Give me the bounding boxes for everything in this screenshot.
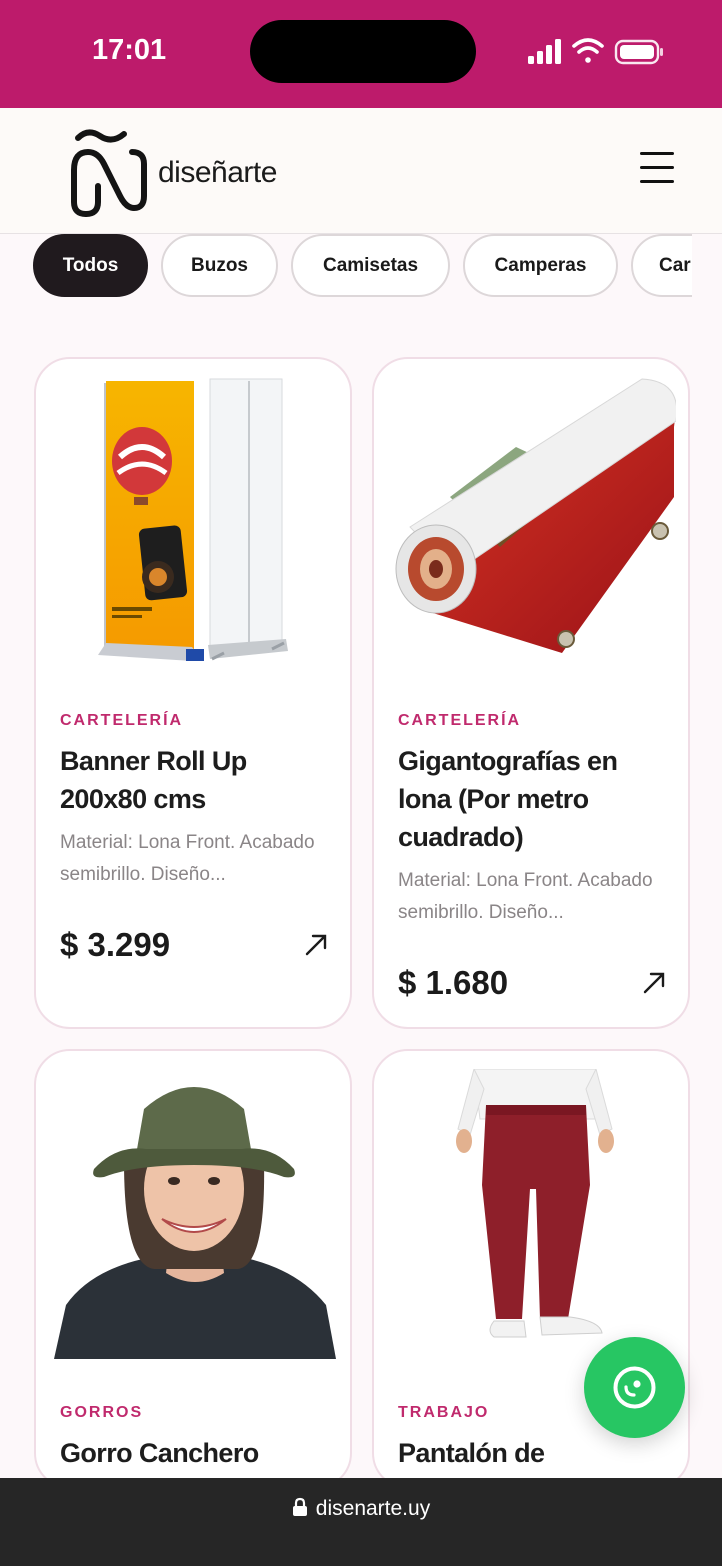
product-category: CARTELERÍA — [60, 712, 184, 729]
product-title[interactable]: Banner Roll Up 200x80 cms — [60, 742, 336, 818]
product-title[interactable]: Pantalón de — [398, 1434, 674, 1472]
product-card[interactable]: CARTELERÍA Banner Roll Up 200x80 cms Mat… — [34, 357, 352, 1029]
filter-chip-partial[interactable]: Car — [631, 234, 692, 297]
product-price: $ 1.680 — [398, 964, 509, 1001]
url-text[interactable]: disenarte.uy — [316, 1497, 430, 1520]
product-title[interactable]: Gorro Canchero — [60, 1434, 336, 1472]
status-icons — [528, 38, 663, 65]
product-price: $ 3.299 — [60, 926, 171, 963]
brand-logo-icon[interactable] — [68, 124, 152, 220]
wifi-icon — [572, 38, 604, 63]
product-card[interactable]: CARTELERÍA Gigantografías en lona (Por m… — [372, 357, 690, 1029]
product-category: TRABAJO — [398, 1404, 490, 1421]
bucket-hat-photo — [54, 1069, 336, 1359]
product-category: GORROS — [60, 1404, 144, 1421]
product-title[interactable]: Gigantografías en lona (Por metro cuadra… — [398, 742, 674, 856]
battery-icon — [614, 39, 663, 65]
category-filter-bar: Todos Buzos Camisetas Camperas Car — [0, 234, 692, 298]
browser-address-bar[interactable]: disenarte.uy — [0, 1478, 722, 1566]
lock-icon — [292, 1497, 307, 1516]
arrow-up-right-icon[interactable] — [304, 933, 328, 957]
work-pants-photo — [390, 1069, 676, 1359]
roll-up-banner-image — [98, 378, 288, 661]
filter-chip-todos[interactable]: Todos — [33, 234, 148, 297]
signal-icon — [528, 39, 561, 64]
dynamic-island — [250, 20, 476, 83]
product-category: CARTELERÍA — [398, 712, 522, 729]
product-description: Material: Lona Front. Acabado semibrillo… — [398, 870, 653, 923]
product-card[interactable]: GORROS Gorro Canchero — [34, 1049, 352, 1489]
filter-chip-camisetas[interactable]: Camisetas — [291, 234, 450, 297]
arrow-up-right-icon[interactable] — [642, 971, 666, 995]
chat-icon — [613, 1366, 656, 1409]
url-display: disenarte.uy — [0, 1497, 722, 1521]
site-header: diseñarte — [0, 108, 722, 234]
filter-chip-buzos[interactable]: Buzos — [161, 234, 278, 297]
filter-chip-camperas[interactable]: Camperas — [463, 234, 618, 297]
vinyl-roll-image — [395, 378, 676, 653]
hamburger-menu-icon[interactable] — [640, 152, 680, 192]
product-description: Material: Lona Front. Acabado semibrillo… — [60, 832, 315, 885]
brand-name[interactable]: diseñarte — [158, 156, 277, 190]
whatsapp-chat-button[interactable] — [584, 1337, 685, 1438]
status-time: 17:01 — [92, 34, 167, 66]
status-bar: 17:01 — [0, 0, 722, 108]
